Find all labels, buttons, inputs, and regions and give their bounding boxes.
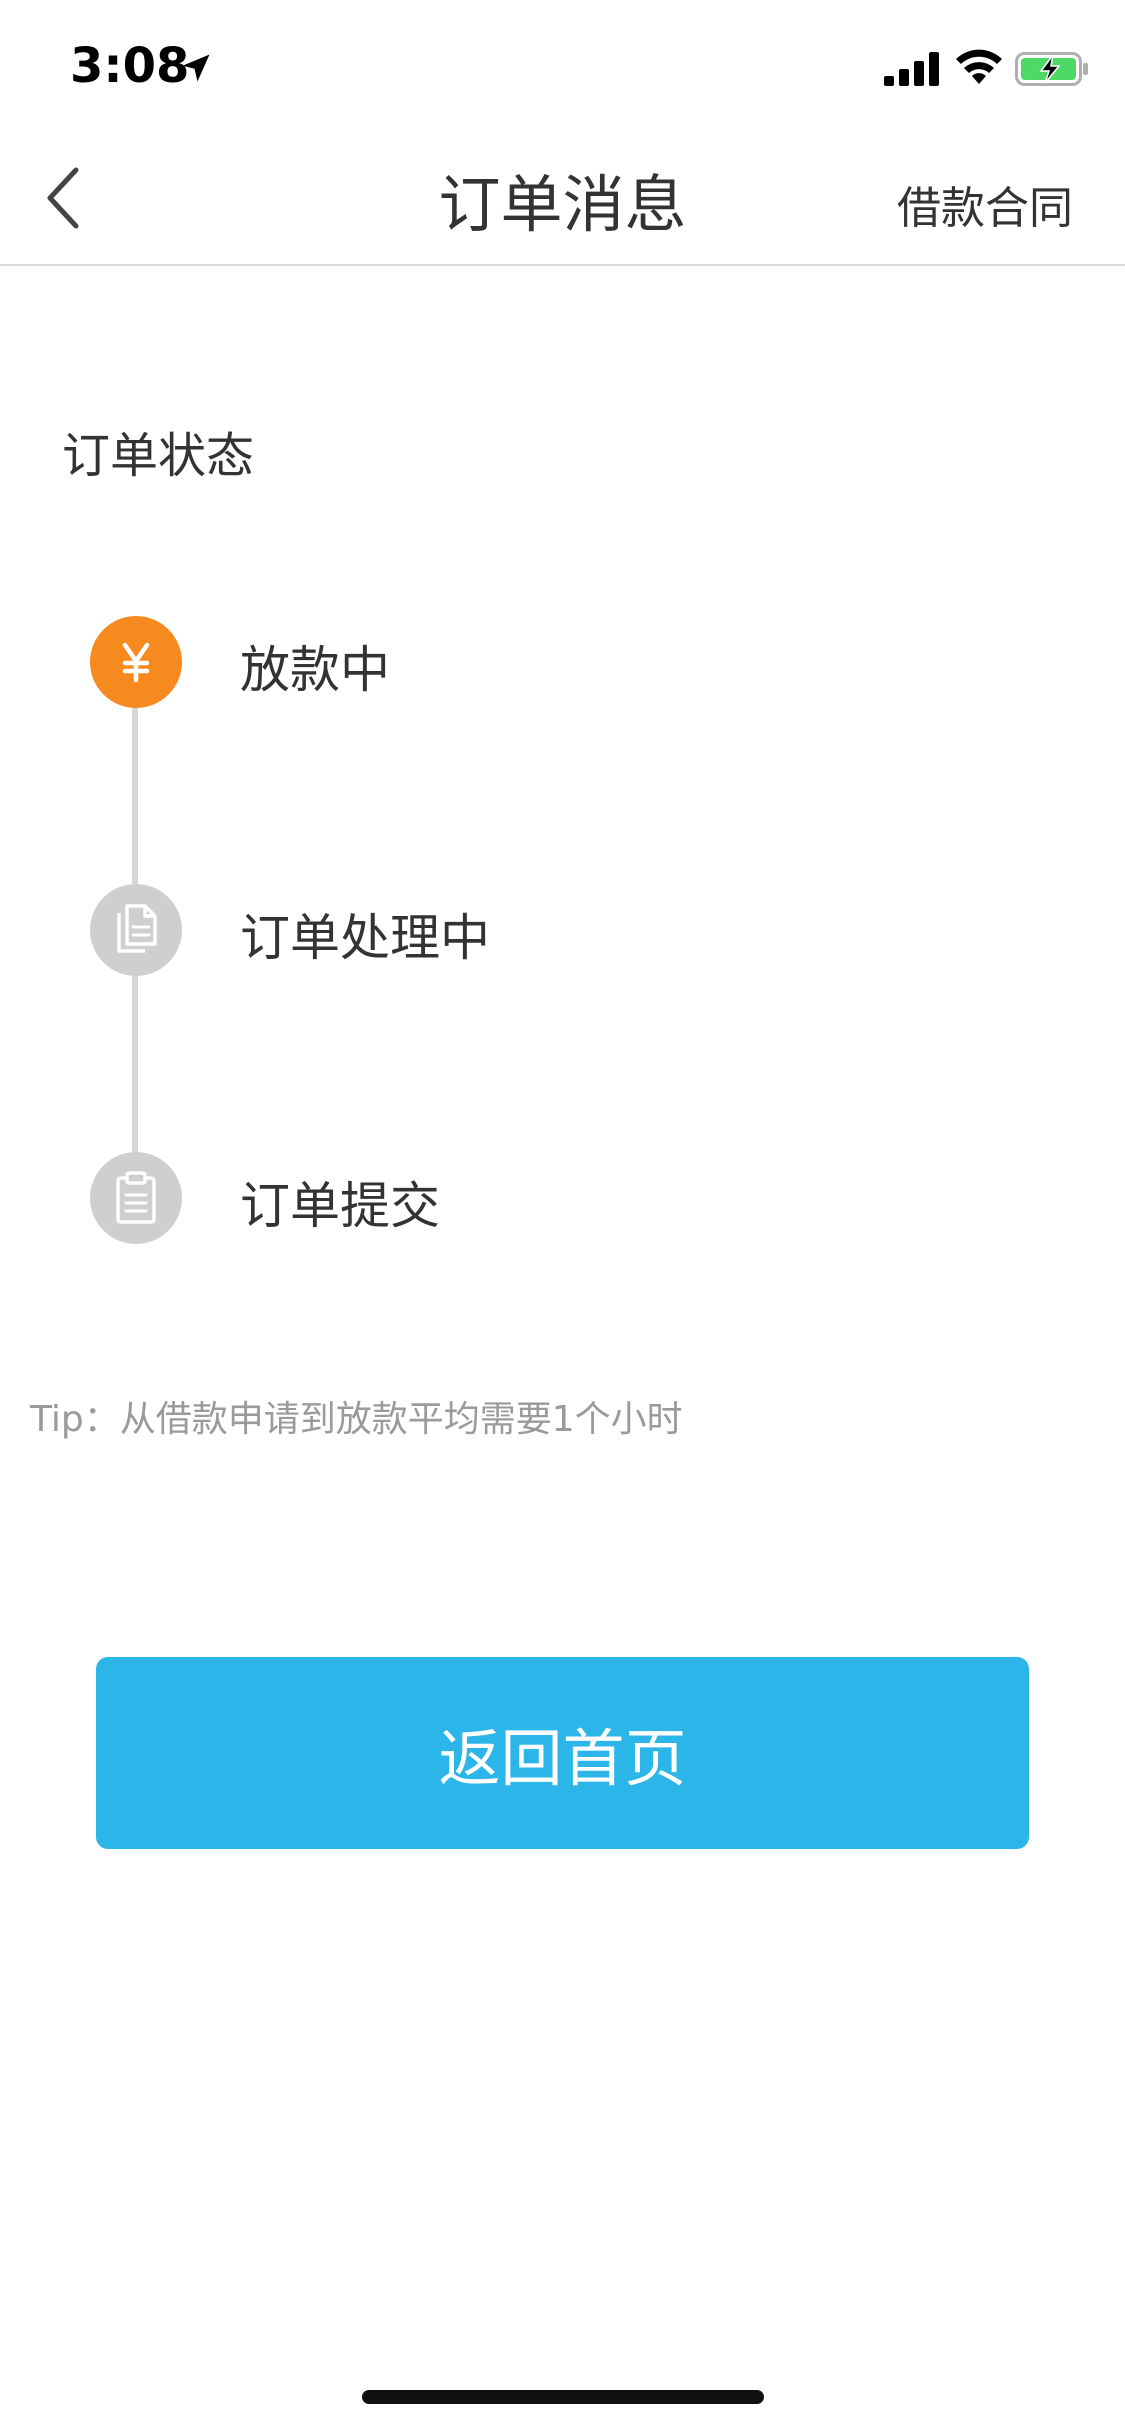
yen-icon [90,616,182,708]
status-bar: 3:08 [0,0,1125,132]
step-label: 订单提交 [240,1177,440,1235]
order-status-timeline: 放款中 订单处理中 订单提交 [0,600,1125,1260]
step-label: 放款中 [240,641,390,699]
step-processing: 订单处理中 [90,884,990,980]
clipboard-icon [90,1152,182,1244]
signal-icon [884,52,939,86]
wifi-icon [956,49,1002,84]
step-disbursing: 放款中 [90,616,990,712]
status-time: 3:08 [70,38,190,94]
return-home-button[interactable]: 返回首页 [96,1657,1029,1849]
order-status-title: 订单状态 [62,428,255,484]
loan-contract-link[interactable]: 借款合同 [897,172,1073,236]
document-copy-icon [90,884,182,976]
step-label: 订单处理中 [240,909,490,967]
location-arrow-icon [182,54,210,82]
step-submitted: 订单提交 [90,1152,990,1248]
home-indicator[interactable] [362,2390,764,2404]
tip-text: Tip：从借款申请到放款平均需要1个小时 [30,1399,683,1440]
battery-charging-icon [1015,52,1088,86]
nav-bar: 订单消息 借款合同 [0,132,1125,266]
